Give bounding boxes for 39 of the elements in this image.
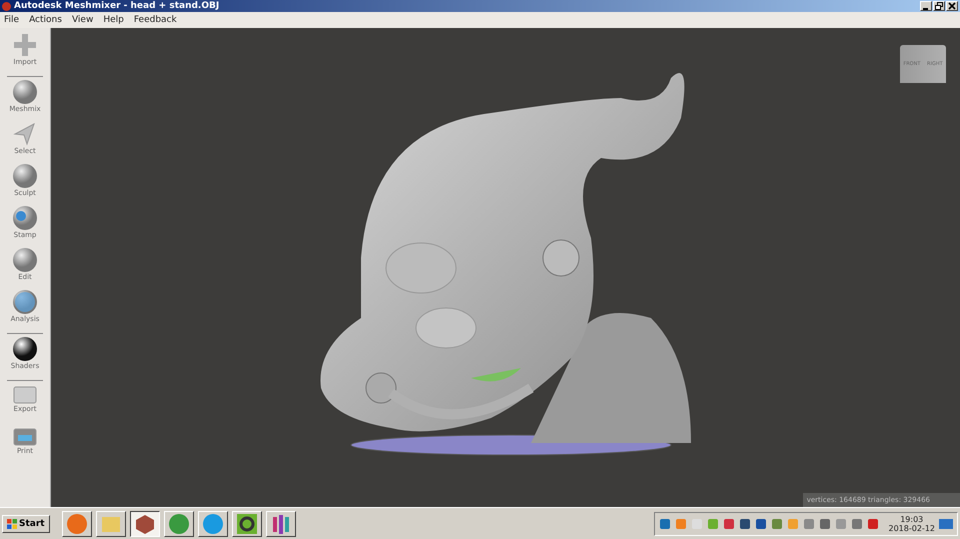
app-icon [168,512,190,534]
app-icon [202,512,224,534]
window-title: Autodesk Meshmixer - head + stand.OBJ [14,1,220,11]
sphere-icon [12,79,38,105]
restore-icon [935,2,943,10]
close-button[interactable] [946,1,958,11]
taskbar-app-button[interactable] [130,510,160,536]
sphere-icon [12,163,38,189]
menu-item[interactable]: Help [103,15,124,25]
tray-icon[interactable] [754,518,766,530]
minimize-button[interactable] [920,1,932,11]
menu-item[interactable]: View [72,15,94,25]
plus-icon [12,32,38,58]
app-icon [134,512,156,534]
sphere-icon [12,336,38,362]
start-button[interactable]: Start [2,514,50,532]
desktop-icon[interactable] [939,518,953,530]
app-icon [66,512,88,534]
menu-item[interactable]: Feedback [134,15,177,25]
sphere-icon [12,205,38,231]
menu-item[interactable]: File [4,15,20,25]
app-icon [236,512,258,534]
tray-icon[interactable] [658,518,670,530]
close-icon [948,2,956,10]
tray-icon[interactable] [722,518,734,530]
tray-icon[interactable] [738,518,750,530]
menu-item[interactable]: Actions [29,15,62,25]
tray-icon[interactable] [866,518,878,530]
arrow-pointer-icon [12,121,38,147]
sphere-icon [12,247,38,273]
clock-date: 2018-02-12 [888,524,935,532]
windows-logo-icon [7,518,17,528]
sphere-icon [12,289,38,315]
tray-icon[interactable] [850,518,862,530]
restore-button[interactable] [933,1,945,11]
clock-time: 19:03 [900,514,924,524]
app-icon [2,2,11,10]
tray-icon[interactable] [818,518,830,530]
tray-icon[interactable] [770,518,782,530]
